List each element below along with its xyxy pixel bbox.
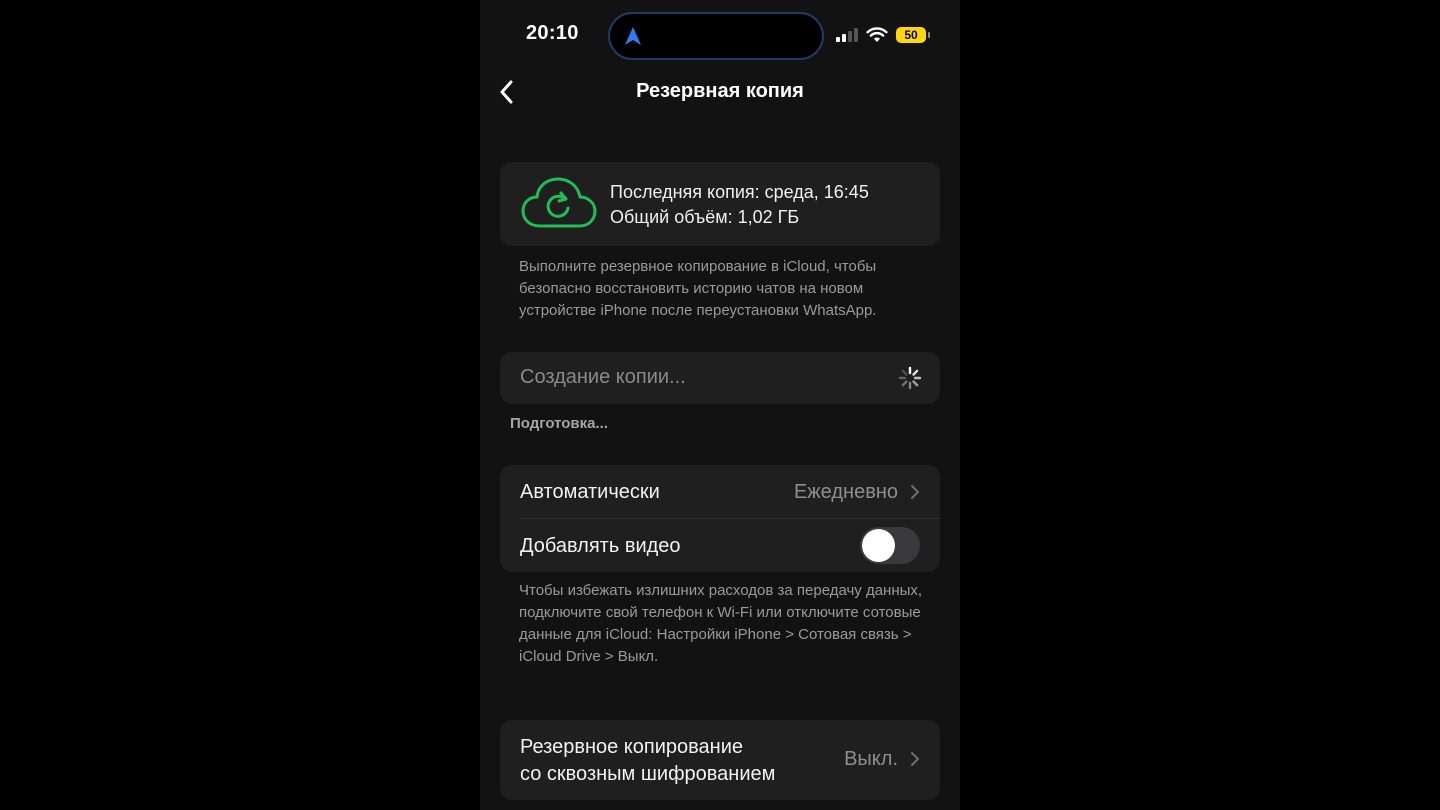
backup-status-card: Последняя копия: среда, 16:45 Общий объё…: [500, 162, 940, 246]
chevron-right-icon: [911, 485, 919, 499]
battery-level: 50: [904, 28, 918, 42]
backup-info-footnote: Выполните резервное копирование в iCloud…: [519, 258, 877, 319]
e2e-backup-value: Выкл.: [844, 748, 898, 770]
e2e-label-line1: Резервное копирование: [520, 736, 744, 758]
auto-backup-row[interactable]: Автоматически Ежедневно: [500, 465, 940, 518]
auto-backup-label: Автоматически: [520, 481, 660, 503]
cloud-sync-icon: [521, 177, 597, 228]
e2e-backup-row[interactable]: Резервное копирование со сквозным шифров…: [500, 720, 940, 800]
cellular-data-footnote: Чтобы избежать излишних расходов за пере…: [519, 582, 923, 665]
chevron-right-icon: [911, 752, 919, 766]
last-backup-text: Последняя копия: среда, 16:45: [610, 182, 869, 202]
phone-screen: 20:10 50 Резервная копия Последняя копия…: [480, 0, 960, 810]
spinner-icon: [898, 366, 922, 390]
cellular-signal-icon: [836, 28, 858, 42]
page-title: Резервная копия: [636, 80, 804, 102]
include-video-toggle[interactable]: [860, 527, 920, 564]
auto-backup-value: Ежедневно: [793, 481, 898, 503]
battery-indicator: 50: [896, 27, 930, 43]
status-time: 20:10: [526, 22, 579, 44]
backup-progress-card: Создание копии...: [500, 352, 940, 404]
include-video-row: Добавлять видео: [500, 519, 940, 572]
include-video-label: Добавлять видео: [520, 535, 681, 557]
progress-status: Подготовка...: [510, 415, 608, 432]
status-indicators: 50: [836, 24, 930, 46]
total-size-text: Общий объём: 1,02 ГБ: [610, 207, 800, 227]
toggle-knob: [862, 529, 895, 562]
e2e-backup-label: Резервное копирование со сквозным шифров…: [520, 734, 775, 788]
navigation-arrow-icon: [625, 27, 641, 45]
wifi-icon: [866, 27, 888, 42]
dynamic-island[interactable]: [608, 12, 824, 60]
progress-label: Создание копии...: [520, 366, 686, 388]
backup-info: Последняя копия: среда, 16:45 Общий объё…: [610, 180, 869, 230]
backup-settings-card: Автоматически Ежедневно Добавлять видео: [500, 465, 940, 572]
e2e-label-line2: со сквозным шифрованием: [520, 763, 776, 785]
